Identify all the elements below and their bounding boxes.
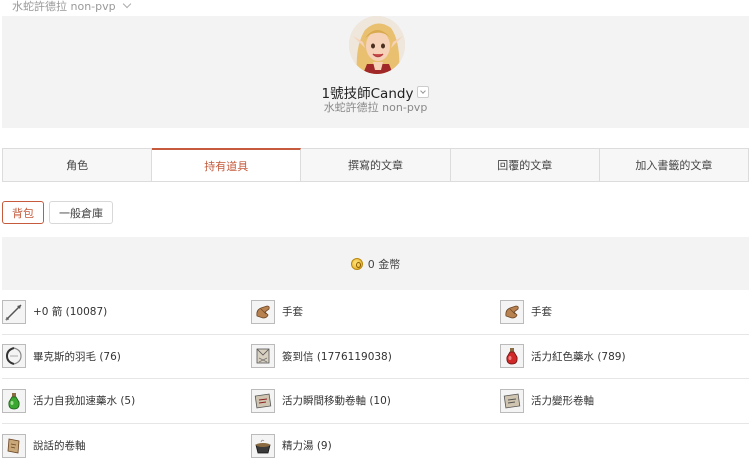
profile-tabs: 角色 持有道具 撰寫的文章 回覆的文章 加入書籤的文章 [2, 148, 749, 182]
chevron-down-icon [421, 88, 427, 94]
subtab-backpack[interactable]: 背包 [2, 201, 44, 224]
item-label: 說話的卷軸 [33, 438, 86, 453]
item-label: 活力瞬間移動卷軸 (10) [282, 393, 391, 408]
list-item[interactable]: 畢克斯的羽毛 (76) [2, 335, 251, 379]
item-label: 畢克斯的羽毛 (76) [33, 349, 121, 364]
red-potion-icon [500, 344, 524, 368]
list-item[interactable]: 活力紅色藥水 (789) [500, 335, 749, 379]
item-list: +0 箭 (10087) 手套 手套 畢克斯的羽毛 (76) 簽到信 (1 [2, 290, 749, 468]
item-label: 簽到信 (1776119038) [282, 349, 392, 364]
chevron-down-icon [122, 0, 130, 8]
list-item[interactable]: 活力變形卷軸 [500, 379, 749, 423]
gold-bar: 0 金幣 [2, 237, 749, 290]
profile-header: 1號技師Candy 水蛇許德拉 non-pvp [2, 16, 749, 128]
feather-icon [2, 344, 26, 368]
list-item[interactable]: 活力瞬間移動卷軸 (10) [251, 379, 500, 423]
item-label: +0 箭 (10087) [33, 304, 107, 319]
item-label: 活力變形卷軸 [531, 393, 594, 408]
green-potion-icon [2, 389, 26, 413]
storage-tabs: 背包 一般倉庫 [2, 201, 113, 224]
character-dropdown-button[interactable] [417, 86, 429, 98]
item-label: 手套 [531, 304, 552, 319]
list-item[interactable]: 活力自我加速藥水 (5) [2, 379, 251, 423]
gold-amount: 0 金幣 [368, 256, 401, 272]
item-label: 活力自我加速藥水 (5) [33, 393, 135, 408]
character-server: 水蛇許德拉 non-pvp [2, 99, 749, 115]
tab-character[interactable]: 角色 [3, 149, 152, 181]
server-select[interactable]: 水蛇許德拉 non-pvp [12, 0, 130, 12]
glove-icon [500, 300, 524, 324]
avatar [349, 16, 405, 74]
letter-icon [251, 344, 275, 368]
empty-cell [500, 424, 749, 468]
list-item[interactable]: 手套 [251, 290, 500, 334]
scroll-icon [500, 389, 524, 413]
tab-items[interactable]: 持有道具 [152, 148, 301, 181]
subtab-warehouse[interactable]: 一般倉庫 [49, 201, 113, 224]
list-item[interactable]: 手套 [500, 290, 749, 334]
item-label: 手套 [282, 304, 303, 319]
scroll-icon [251, 389, 275, 413]
list-item[interactable]: 精力湯 (9) [251, 424, 500, 468]
item-row: 活力自我加速藥水 (5) 活力瞬間移動卷軸 (10) 活力變形卷軸 [2, 379, 749, 424]
server-select-label: 水蛇許德拉 non-pvp [12, 0, 116, 14]
coin-icon [351, 258, 363, 270]
list-item[interactable]: +0 箭 (10087) [2, 290, 251, 334]
tab-replied-posts[interactable]: 回覆的文章 [451, 149, 600, 181]
arrow-icon [2, 300, 26, 324]
list-item[interactable]: 簽到信 (1776119038) [251, 335, 500, 379]
tab-bookmarked-posts[interactable]: 加入書籤的文章 [600, 149, 748, 181]
tab-written-posts[interactable]: 撰寫的文章 [301, 149, 450, 181]
item-row: 畢克斯的羽毛 (76) 簽到信 (1776119038) 活力紅色藥水 (789… [2, 335, 749, 380]
item-label: 活力紅色藥水 (789) [531, 349, 626, 364]
glove-icon [251, 300, 275, 324]
item-label: 精力湯 (9) [282, 438, 332, 453]
soup-icon [251, 434, 275, 458]
list-item[interactable]: 說話的卷軸 [2, 424, 251, 468]
item-row: +0 箭 (10087) 手套 手套 [2, 290, 749, 335]
item-row: 說話的卷軸 精力湯 (9) [2, 424, 749, 468]
talking-scroll-icon [2, 434, 26, 458]
